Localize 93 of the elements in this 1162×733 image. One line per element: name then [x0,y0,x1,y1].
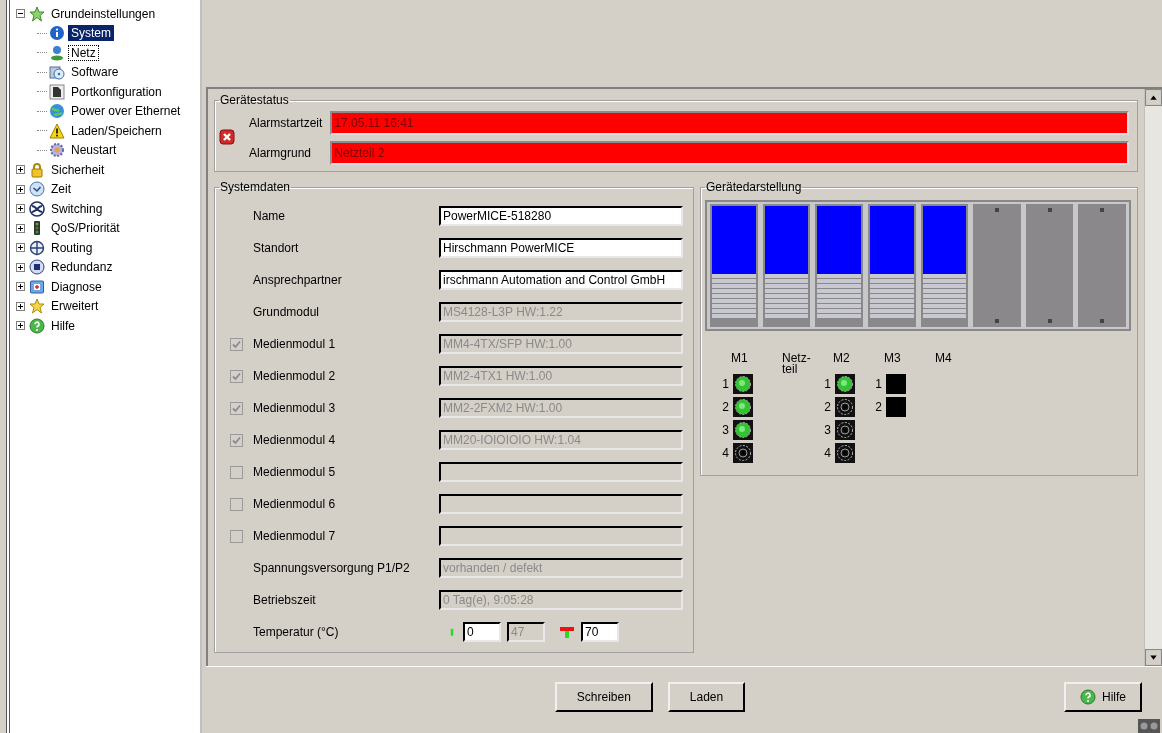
tree-item[interactable]: Switching [48,200,106,217]
expand-toggle[interactable] [16,204,25,214]
field-label: Ansprechpartner [253,273,343,288]
scrollbar[interactable] [1144,89,1162,666]
max-temperature-icon [559,624,575,641]
globe-icon [49,103,65,120]
expand-toggle[interactable] [16,282,25,292]
error-icon [219,128,235,145]
field-label: Medienmodul 6 [253,497,337,512]
port-number: 3 [721,423,729,438]
port-number: 2 [823,400,831,415]
help-icon [1080,689,1096,705]
tree-item[interactable]: Redundanz [48,259,116,276]
module-label: M3 [883,353,902,368]
tree-item[interactable]: Sicherheit [48,161,108,178]
field-label: Medienmodul 3 [253,401,337,416]
help-button[interactable]: Hilfe [1064,682,1142,712]
module-label: M1 [730,353,749,368]
tree-item[interactable]: Software [68,64,122,81]
document-icon [29,278,45,295]
alarm-field: 17.05.11 16:41 [330,111,1129,136]
port-number: 3 [823,423,831,438]
expand-toggle[interactable] [16,301,25,311]
field-label: Medienmodul 4 [253,433,337,448]
port-number: 4 [721,446,729,461]
expand-toggle[interactable] [16,321,25,331]
port-number: 1 [823,377,831,392]
collapse-toggle[interactable] [16,9,25,19]
group-title: Gerätestatus [219,93,290,108]
alarm-field: Netzteil 2 [330,141,1129,166]
port-number: 1 [721,377,729,392]
expand-toggle[interactable] [16,165,25,175]
module-label: M4 [934,353,953,368]
field-label: Medienmodul 2 [253,369,337,384]
text-field[interactable]: PowerMICE-518280 [439,206,683,227]
tree-item[interactable]: Routing [48,239,96,256]
tree-item[interactable]: Erweitert [48,298,102,315]
tree-item[interactable]: Grundeinstellungen [48,5,159,22]
expand-toggle[interactable] [16,184,25,194]
field-label: Standort [253,241,300,256]
port-number: 2 [874,400,882,415]
port-number: 2 [721,400,729,415]
tree-item[interactable]: Laden/Speichern [68,122,165,139]
tree-item[interactable]: Neustart [68,142,120,159]
action-button[interactable]: Laden [667,682,746,712]
star-icon [29,5,45,22]
port-icon [49,83,65,100]
tree-item[interactable]: Zeit [48,181,74,198]
port-number: 4 [823,446,831,461]
scroll-down-icon [1145,649,1162,666]
lock-icon [29,161,45,178]
compass-icon [29,239,45,256]
person-icon [49,44,65,61]
group-title: Gerätedarstellung [705,180,803,195]
field-label: Medienmodul 5 [253,465,337,480]
expand-toggle[interactable] [16,262,25,272]
gear-icon [49,142,65,159]
expand-toggle[interactable] [16,243,25,253]
tree-item[interactable]: Portkonfiguration [68,83,165,100]
action-button[interactable]: Schreiben [554,682,653,712]
tree-item[interactable]: Power over Ethernet [68,103,184,120]
module-label: M2 [832,353,851,368]
field-label: Name [253,209,286,224]
tree-item[interactable]: Diagnose [48,278,105,295]
crossed-arrows-icon [29,200,45,217]
clock-icon [29,181,45,198]
field-label: Medienmodul 1 [253,337,337,352]
module-label: Netz- teil [781,353,812,372]
field-label: Grundmodul [253,305,321,320]
max-temperature-field[interactable]: 70 [581,622,619,643]
warning-icon [49,122,65,139]
expand-toggle[interactable] [16,223,25,233]
tree-item[interactable]: Netz [68,44,99,61]
field-label: Medienmodul 7 [253,529,337,544]
tree-item[interactable]: Hilfe [48,317,78,334]
port-number: 1 [874,377,882,392]
field-label: Spannungsversorgung P1/P2 [253,561,411,576]
current-temperature-field: 47 [507,622,545,643]
text-field[interactable]: irschmann Automation and Control GmbH [439,270,683,291]
field-label: Temperatur (°C) [253,625,340,640]
info-icon [49,25,65,42]
min-temperature-field[interactable]: 0 [463,622,501,643]
field-label: Alarmstartzeit [248,116,324,131]
disc-icon [49,64,65,81]
field-label: Betriebszeit [253,593,317,608]
star-icon [29,298,45,315]
help-icon [29,317,45,334]
group-title: Systemdaten [219,180,292,195]
tree-item[interactable]: System [68,25,114,42]
text-field[interactable]: Hirschmann PowerMICE [439,238,683,259]
tree-item[interactable]: QoS/Priorität [48,220,123,237]
connection-status-icon [1138,719,1160,733]
field-label: Alarmgrund [248,146,313,161]
